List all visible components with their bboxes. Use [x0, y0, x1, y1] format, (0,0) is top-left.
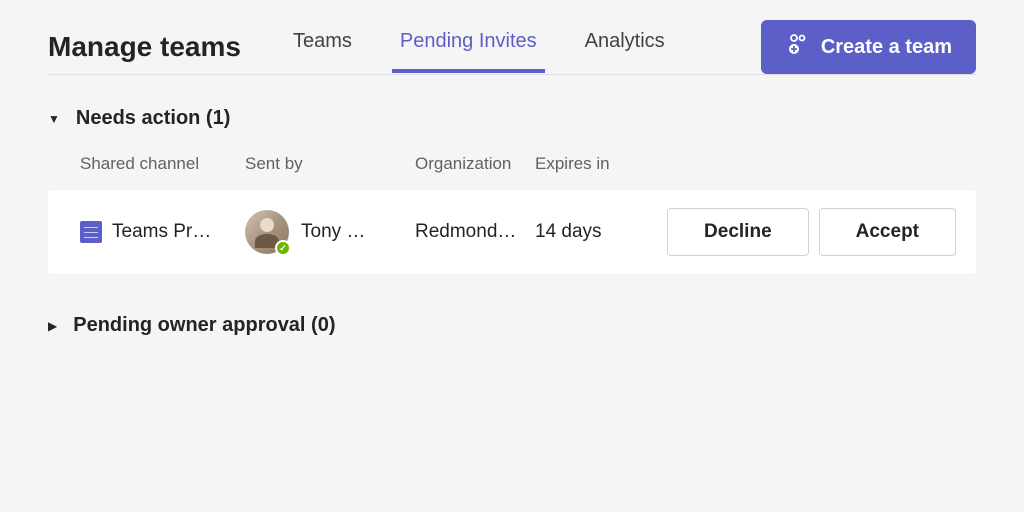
tab-analytics[interactable]: Analytics: [581, 22, 669, 73]
tab-pending-invites[interactable]: Pending Invites: [396, 22, 541, 73]
tab-teams[interactable]: Teams: [289, 22, 356, 73]
needs-action-section: ▼ Needs action (1) Shared channel Sent b…: [48, 107, 976, 274]
pending-approval-title: Pending owner approval (0): [73, 314, 335, 337]
invite-row: Teams Pr… Tony … Redmond… 14 days Declin…: [48, 190, 976, 274]
header: Manage teams Teams Pending Invites Analy…: [0, 0, 1024, 74]
people-add-icon: [785, 32, 809, 62]
col-expires: Expires in: [535, 154, 645, 174]
caret-down-icon: ▼: [48, 112, 60, 126]
caret-right-icon: ▶: [48, 319, 57, 333]
col-shared-channel: Shared channel: [80, 154, 245, 174]
org-cell: Redmond…: [415, 221, 535, 243]
columns-header: Shared channel Sent by Organization Expi…: [48, 154, 976, 174]
decline-button[interactable]: Decline: [667, 208, 809, 256]
channel-name: Teams Pr…: [112, 221, 211, 243]
expires-cell: 14 days: [535, 221, 645, 243]
channel-cell: Teams Pr…: [80, 221, 245, 243]
channel-icon: [80, 221, 102, 243]
invite-actions: Decline Accept: [667, 208, 956, 256]
content: ▼ Needs action (1) Shared channel Sent b…: [0, 75, 1024, 409]
page-title: Manage teams: [48, 31, 241, 63]
col-organization: Organization: [415, 154, 535, 174]
needs-action-header[interactable]: ▼ Needs action (1): [48, 107, 976, 130]
presence-available-icon: [275, 240, 291, 256]
accept-button[interactable]: Accept: [819, 208, 956, 256]
pending-approval-header[interactable]: ▶ Pending owner approval (0): [48, 314, 976, 337]
avatar: [245, 210, 289, 254]
needs-action-title: Needs action (1): [76, 107, 230, 130]
create-team-label: Create a team: [821, 36, 952, 59]
pending-approval-section: ▶ Pending owner approval (0): [48, 314, 976, 337]
sender-name: Tony …: [301, 221, 365, 243]
create-team-button[interactable]: Create a team: [761, 20, 976, 74]
sentby-cell: Tony …: [245, 210, 415, 254]
tabs: Teams Pending Invites Analytics: [289, 22, 729, 73]
col-sent-by: Sent by: [245, 154, 415, 174]
